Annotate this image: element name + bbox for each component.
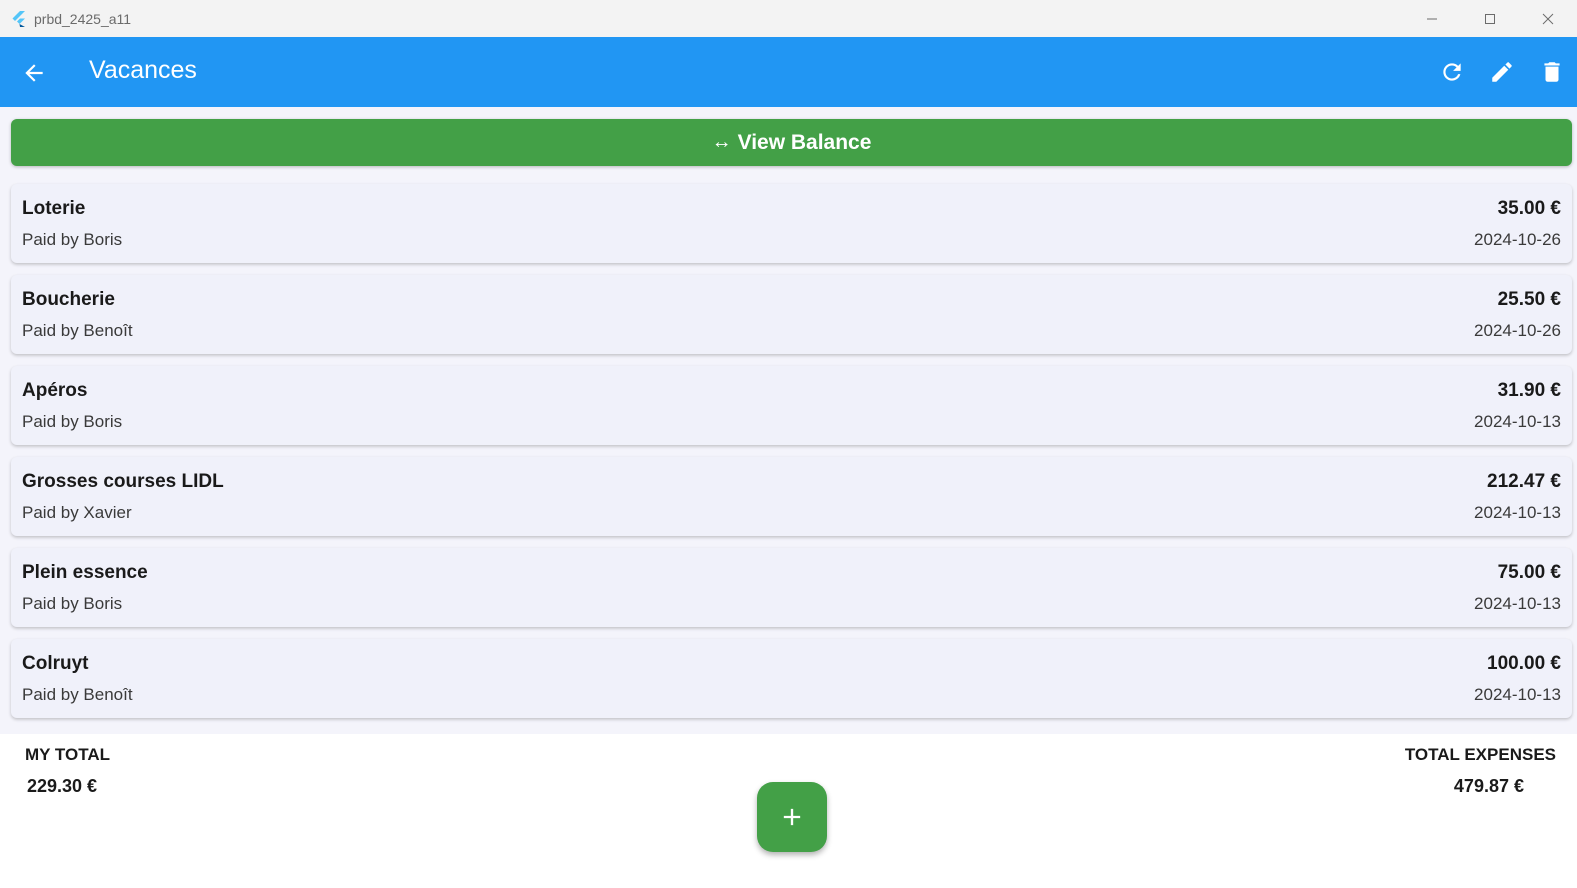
edit-icon bbox=[1492, 62, 1512, 82]
expense-date: 2024-10-13 bbox=[1474, 685, 1561, 704]
expense-name: Apéros bbox=[22, 380, 88, 401]
view-balance-label: View Balance bbox=[737, 130, 872, 154]
page-title: Vacances bbox=[89, 56, 197, 84]
window-titlebar: prbd_2425_a11 bbox=[0, 0, 1577, 37]
expense-item[interactable]: Plein essence Paid by Boris 75.00 € 2024… bbox=[11, 548, 1572, 627]
arrow-left-right-icon: ↔ bbox=[711, 131, 732, 153]
edit-button[interactable] bbox=[1477, 47, 1527, 97]
minimize-icon bbox=[1427, 18, 1437, 19]
total-expenses-value: 479.87 € bbox=[1453, 776, 1524, 796]
expense-name: Loterie bbox=[22, 198, 86, 219]
maximize-button[interactable] bbox=[1461, 0, 1519, 37]
app-bar-actions bbox=[1427, 37, 1577, 107]
expense-amount: 75.00 € bbox=[1497, 562, 1561, 583]
expense-payer: Paid by Benoît bbox=[22, 685, 133, 704]
expense-date: 2024-10-13 bbox=[1474, 594, 1561, 613]
expense-date: 2024-10-13 bbox=[1474, 412, 1561, 431]
view-balance-button[interactable]: ↔ View Balance bbox=[11, 119, 1572, 166]
expense-name: Colruyt bbox=[22, 653, 89, 674]
expense-date: 2024-10-13 bbox=[1474, 503, 1561, 522]
expense-name: Grosses courses LIDL bbox=[22, 471, 224, 492]
expense-item[interactable]: Colruyt Paid by Benoît 100.00 € 2024-10-… bbox=[11, 639, 1572, 718]
expense-payer: Paid by Xavier bbox=[22, 503, 132, 522]
total-expenses-label: TOTAL EXPENSES bbox=[1404, 745, 1556, 764]
close-icon bbox=[1542, 13, 1554, 24]
expense-date: 2024-10-26 bbox=[1474, 321, 1561, 340]
maximize-icon bbox=[1485, 13, 1495, 24]
plus-icon bbox=[783, 808, 801, 826]
expense-name: Boucherie bbox=[22, 289, 115, 310]
delete-icon bbox=[1544, 62, 1560, 82]
my-total-value: 229.30 € bbox=[27, 776, 98, 796]
app-bar: Vacances bbox=[0, 37, 1577, 107]
expense-content: ↔ View Balance Loterie Paid by Boris 35.… bbox=[0, 107, 1577, 734]
totals-footer: MY TOTAL 229.30 € TOTAL EXPENSES 479.87 … bbox=[0, 734, 1577, 888]
close-window-button[interactable] bbox=[1519, 0, 1577, 37]
expense-item[interactable]: Loterie Paid by Boris 35.00 € 2024-10-26 bbox=[11, 184, 1572, 263]
expense-amount: 35.00 € bbox=[1497, 198, 1561, 219]
expense-payer: Paid by Boris bbox=[22, 412, 123, 431]
expense-payer: Paid by Boris bbox=[22, 230, 123, 249]
expense-amount: 31.90 € bbox=[1497, 380, 1561, 401]
expense-list: Loterie Paid by Boris 35.00 € 2024-10-26… bbox=[11, 184, 1572, 730]
expense-amount: 25.50 € bbox=[1497, 289, 1561, 310]
refresh-button[interactable] bbox=[1427, 47, 1477, 97]
add-expense-button[interactable] bbox=[757, 782, 827, 852]
refresh-icon bbox=[1443, 63, 1461, 81]
my-total-label: MY TOTAL bbox=[25, 745, 110, 764]
flutter-logo-icon bbox=[10, 10, 28, 28]
expense-item[interactable]: Boucherie Paid by Benoît 25.50 € 2024-10… bbox=[11, 275, 1572, 354]
window-title: prbd_2425_a11 bbox=[34, 10, 132, 27]
expense-name: Plein essence bbox=[22, 562, 148, 583]
expense-payer: Paid by Boris bbox=[22, 594, 123, 613]
arrow-back-icon bbox=[25, 64, 43, 82]
window-controls bbox=[1403, 0, 1577, 37]
expense-amount: 100.00 € bbox=[1487, 653, 1561, 674]
delete-button[interactable] bbox=[1527, 47, 1577, 97]
back-button[interactable] bbox=[18, 57, 50, 89]
expense-item[interactable]: Apéros Paid by Boris 31.90 € 2024-10-13 bbox=[11, 366, 1572, 445]
expense-payer: Paid by Benoît bbox=[22, 321, 133, 340]
expense-date: 2024-10-26 bbox=[1474, 230, 1561, 249]
expense-amount: 212.47 € bbox=[1487, 471, 1561, 492]
minimize-button[interactable] bbox=[1403, 0, 1461, 37]
expense-item[interactable]: Grosses courses LIDL Paid by Xavier 212.… bbox=[11, 457, 1572, 536]
